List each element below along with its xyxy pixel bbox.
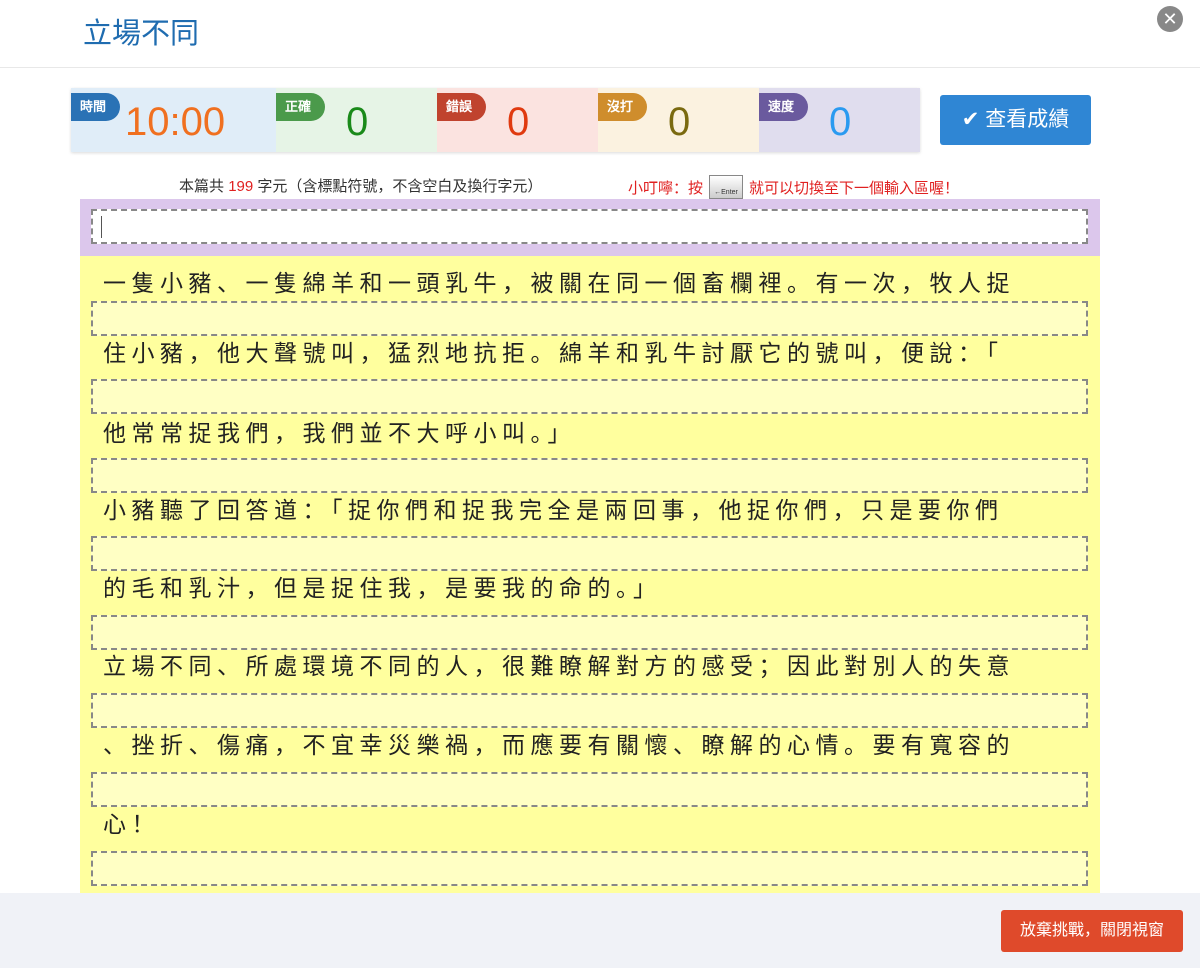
- stat-value: 0: [668, 100, 691, 144]
- char-count-info: 本篇共 199 字元（含標點符號，不含空白及換行字元）: [179, 178, 543, 195]
- check-icon: ✔: [961, 108, 980, 131]
- char-count: 199: [228, 178, 254, 195]
- stat-label: 速度: [759, 93, 809, 121]
- source-line: 的毛和乳汁，但是捉住我，是要我的命的。」: [103, 576, 662, 602]
- source-line: 、挫折、傷痛，不宜幸災樂禍，而應要有關懷、瞭解的心情。要有寬容的: [103, 733, 1015, 759]
- source-line: 一隻小豬、一隻綿羊和一頭乳牛，被關在同一個畜欄裡。有一次，牧人捉: [103, 271, 1015, 297]
- source-line: 他常常捉我們，我們並不大呼小叫。」: [103, 421, 576, 447]
- enter-key-icon: ←Enter: [709, 175, 744, 199]
- line-input[interactable]: [91, 693, 1088, 728]
- page-title: 立場不同: [83, 18, 200, 50]
- stat-value: 10:00: [125, 100, 226, 144]
- quit-button[interactable]: 放棄挑戰，關閉視窗: [1001, 910, 1183, 952]
- source-line: 小豬聽了回答道：「捉你們和捉我完全是兩回事，他捉你們，只是要你們: [103, 498, 1004, 524]
- stat-label: 沒打: [598, 93, 648, 121]
- line-input[interactable]: [91, 615, 1088, 650]
- stat-3: 沒打 0: [598, 88, 759, 152]
- source-line: 住小豬，他大聲號叫，猛烈地抗拒。綿羊和乳牛討厭它的號叫，便說：「: [103, 341, 1004, 367]
- source-line: 心！: [103, 812, 160, 838]
- text-caret: [101, 216, 102, 238]
- line-input[interactable]: [91, 301, 1088, 336]
- stat-0: 時間 10:00: [71, 88, 276, 152]
- header: 立場不同 ✕: [0, 0, 1200, 68]
- active-input-row: [80, 199, 1100, 256]
- typing-area: 一隻小豬、一隻綿羊和一頭乳牛，被關在同一個畜欄裡。有一次，牧人捉 住小豬，他大聲號…: [80, 199, 1100, 893]
- stat-4: 速度 0: [759, 88, 920, 152]
- line-input[interactable]: [91, 851, 1088, 886]
- stat-value: 0: [346, 100, 369, 144]
- stat-2: 錯誤 0: [437, 88, 598, 152]
- stat-label: 時間: [71, 93, 121, 121]
- line-input[interactable]: [91, 536, 1088, 571]
- close-icon[interactable]: ✕: [1157, 6, 1183, 32]
- stat-1: 正確 0: [276, 88, 437, 152]
- stat-label: 正確: [276, 93, 326, 121]
- stats-bar: 時間 10:00 正確 0 錯誤 0 沒打 0 速度 0: [71, 88, 920, 152]
- source-line: 立場不同、所處環境不同的人，很難瞭解對方的感受；因此對別人的失意: [103, 654, 1015, 680]
- stat-label: 錯誤: [437, 93, 487, 121]
- view-score-button[interactable]: ✔ 查看成績: [940, 95, 1091, 145]
- line-input[interactable]: [91, 458, 1088, 493]
- hint: 小叮嚀：按 ←Enter 就可以切換至下一個輸入區喔！: [628, 175, 959, 199]
- stat-value: 0: [829, 100, 852, 144]
- line-input[interactable]: [91, 772, 1088, 807]
- stat-value: 0: [507, 100, 530, 144]
- line-input[interactable]: [91, 379, 1088, 414]
- typing-input[interactable]: [91, 209, 1088, 244]
